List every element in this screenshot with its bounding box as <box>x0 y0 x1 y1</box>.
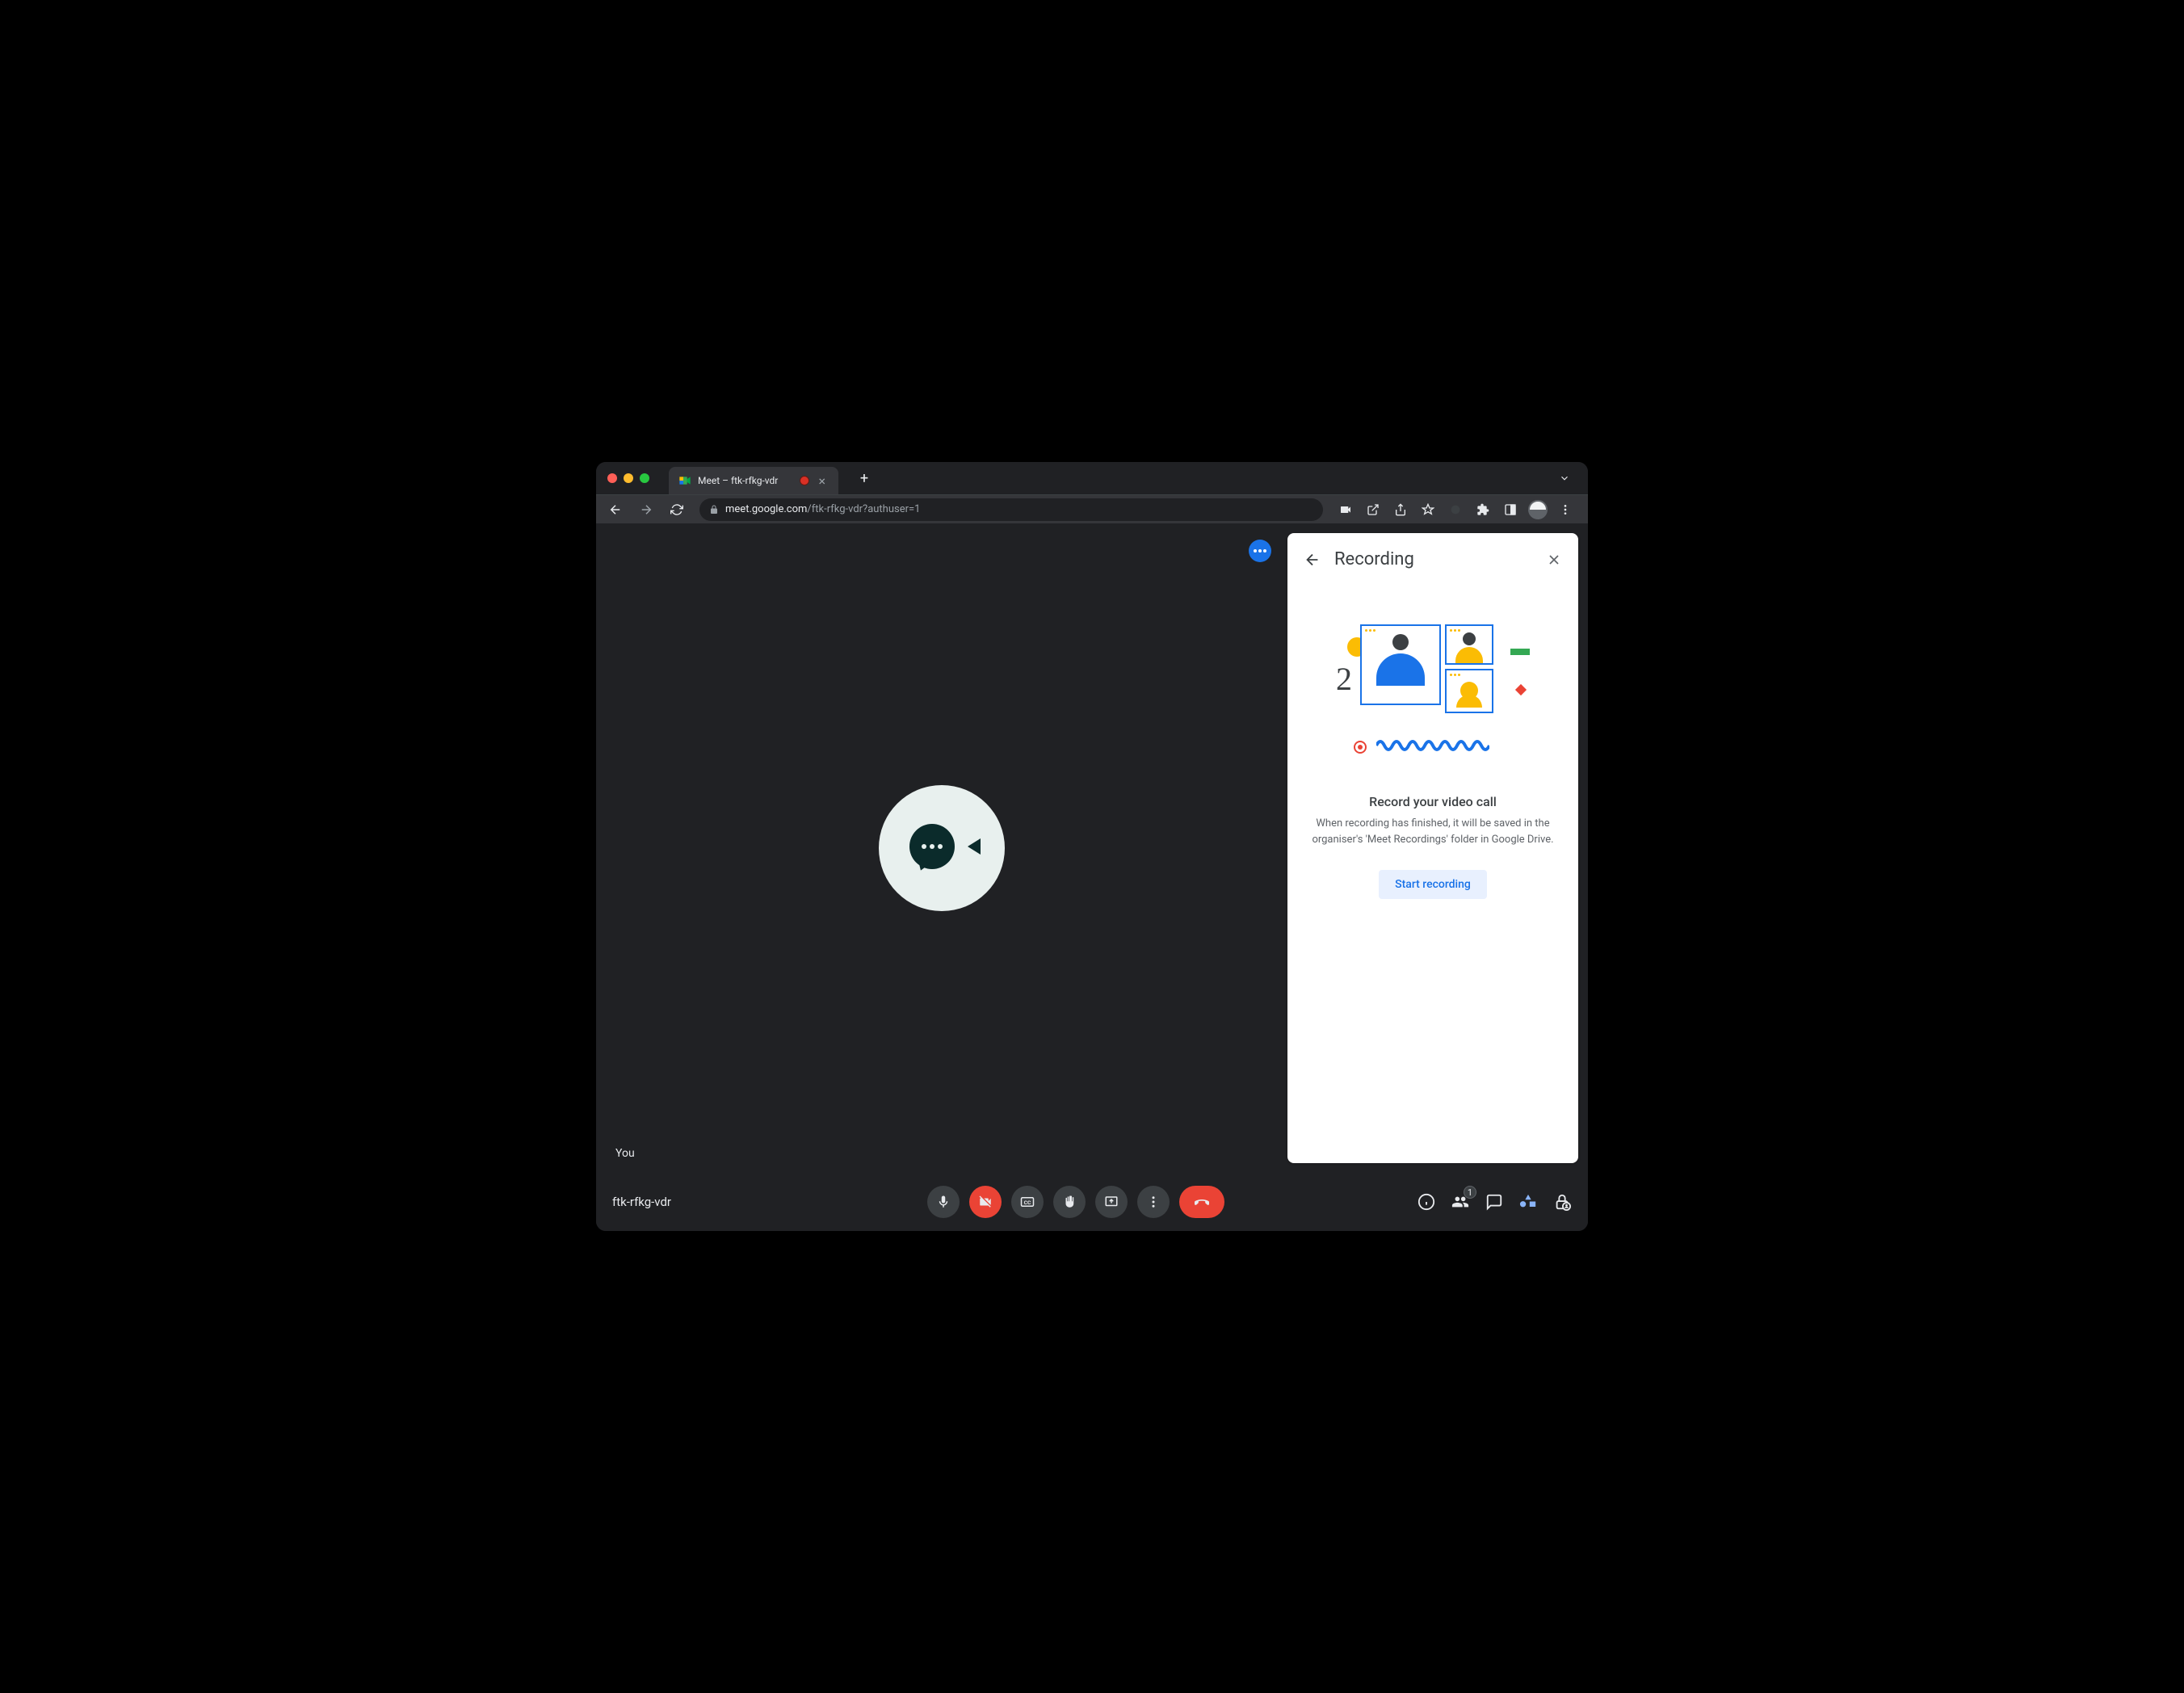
avatar-bubble-icon <box>909 824 955 869</box>
present-screen-button[interactable] <box>1095 1186 1128 1218</box>
browser-window: Meet – ftk-rfkg-vdr × + meet.google.com/… <box>596 462 1588 1231</box>
self-label: You <box>615 1147 635 1160</box>
camera-permission-icon[interactable] <box>1333 497 1359 523</box>
share-icon[interactable] <box>1388 497 1413 523</box>
maximize-window-button[interactable] <box>640 473 649 483</box>
recording-panel: Recording 2 Record your video call When … <box>1287 533 1578 1163</box>
leave-call-button[interactable] <box>1179 1186 1224 1218</box>
panel-description: When recording has finished, it will be … <box>1304 816 1562 847</box>
window-controls <box>607 473 649 483</box>
recording-illustration: 2 <box>1344 624 1522 770</box>
people-button[interactable]: 1 <box>1451 1192 1470 1212</box>
panel-close-button[interactable] <box>1546 552 1562 568</box>
panel-title: Recording <box>1334 549 1533 569</box>
more-options-button[interactable] <box>1137 1186 1170 1218</box>
bottom-bar: ftk-rfkg-vdr CC 1 <box>596 1173 1588 1231</box>
microphone-button[interactable] <box>927 1186 960 1218</box>
recording-indicator-icon <box>800 477 808 485</box>
raise-hand-button[interactable] <box>1053 1186 1086 1218</box>
svg-text:CC: CC <box>1024 1199 1031 1206</box>
participant-count-badge: 1 <box>1464 1186 1476 1199</box>
panel-toggle-icon[interactable] <box>1497 497 1523 523</box>
close-tab-button[interactable]: × <box>815 473 829 489</box>
self-avatar <box>879 785 1005 911</box>
meet-content: You Recording 2 <box>596 523 1588 1173</box>
extension-icon[interactable] <box>1443 497 1468 523</box>
captions-button[interactable]: CC <box>1011 1186 1044 1218</box>
activities-button[interactable] <box>1518 1192 1538 1212</box>
minimize-window-button[interactable] <box>624 473 633 483</box>
extensions-puzzle-icon[interactable] <box>1470 497 1496 523</box>
tab-title: Meet – ftk-rfkg-vdr <box>698 475 794 486</box>
close-window-button[interactable] <box>607 473 617 483</box>
url-field[interactable]: meet.google.com/ftk-rfkg-vdr?authuser=1 <box>699 498 1323 521</box>
open-external-icon[interactable] <box>1360 497 1386 523</box>
tile-options-button[interactable] <box>1249 540 1271 562</box>
back-button[interactable] <box>603 497 628 523</box>
profile-avatar[interactable] <box>1525 497 1551 523</box>
meeting-details-button[interactable] <box>1417 1192 1436 1212</box>
browser-menu-button[interactable] <box>1552 497 1578 523</box>
new-tab-button[interactable]: + <box>853 467 876 489</box>
lock-icon <box>709 505 719 515</box>
url-text: meet.google.com/ftk-rfkg-vdr?authuser=1 <box>725 503 920 515</box>
call-controls: CC <box>774 1186 1378 1218</box>
browser-tab[interactable]: Meet – ftk-rfkg-vdr × <box>669 467 838 494</box>
meet-favicon-icon <box>678 474 691 487</box>
right-toolbar: 1 <box>1378 1192 1572 1212</box>
toolbar-icons <box>1333 497 1581 523</box>
address-bar: meet.google.com/ftk-rfkg-vdr?authuser=1 <box>596 494 1588 523</box>
host-controls-button[interactable] <box>1552 1192 1572 1212</box>
avatar-camera-icon <box>968 838 981 855</box>
start-recording-button[interactable]: Start recording <box>1379 870 1487 899</box>
camera-off-button[interactable] <box>969 1186 1002 1218</box>
title-bar: Meet – ftk-rfkg-vdr × + <box>596 462 1588 494</box>
bookmark-icon[interactable] <box>1415 497 1441 523</box>
video-area: You <box>596 523 1287 1173</box>
meeting-id: ftk-rfkg-vdr <box>612 1195 774 1209</box>
chat-button[interactable] <box>1485 1192 1504 1212</box>
reload-button[interactable] <box>664 497 690 523</box>
tabs-dropdown-button[interactable] <box>1552 473 1577 484</box>
panel-back-button[interactable] <box>1304 551 1321 569</box>
forward-button[interactable] <box>633 497 659 523</box>
panel-heading: Record your video call <box>1304 794 1562 809</box>
